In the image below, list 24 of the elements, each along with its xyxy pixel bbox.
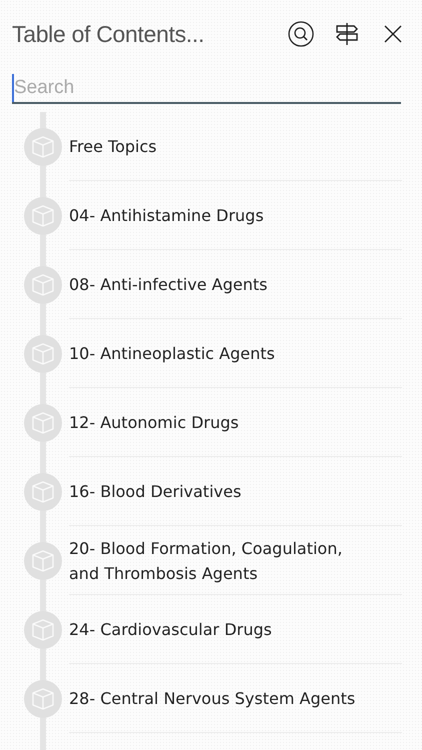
topic-item[interactable]: 24- Cardiovascular Drugs [62, 613, 422, 646]
cube-icon [30, 410, 56, 436]
panel-title: Table of Contents... [12, 20, 206, 48]
cube-icon [30, 272, 56, 298]
topic-item[interactable]: 16- Blood Derivatives [62, 475, 422, 508]
cube-icon [30, 548, 56, 574]
close-icon [383, 24, 403, 44]
topic-item[interactable]: 20- Blood Formation, Coagulation, and Thrombosis Agents [62, 532, 422, 590]
search-field[interactable]: Search [12, 74, 401, 102]
cube-icon [30, 340, 56, 366]
topic-item[interactable]: 04- Antihistamine Drugs [62, 199, 422, 232]
search-button[interactable] [286, 19, 316, 49]
cube-icon [30, 686, 56, 712]
topic-item[interactable]: 08- Anti-infective Agents [62, 268, 422, 301]
cube-icon [30, 616, 56, 642]
topic-item[interactable]: Free Topics [62, 130, 422, 163]
search-icon [288, 21, 314, 47]
topic-item[interactable]: 10- Antineoplastic Agents [62, 337, 422, 370]
signpost-icon [334, 21, 360, 47]
topic-item[interactable]: 12- Autonomic Drugs [62, 406, 422, 439]
cube-icon [30, 134, 56, 160]
cube-icon [30, 202, 56, 228]
cube-icon [30, 478, 56, 504]
topic-item[interactable]: 28- Central Nervous System Agents [62, 682, 422, 715]
